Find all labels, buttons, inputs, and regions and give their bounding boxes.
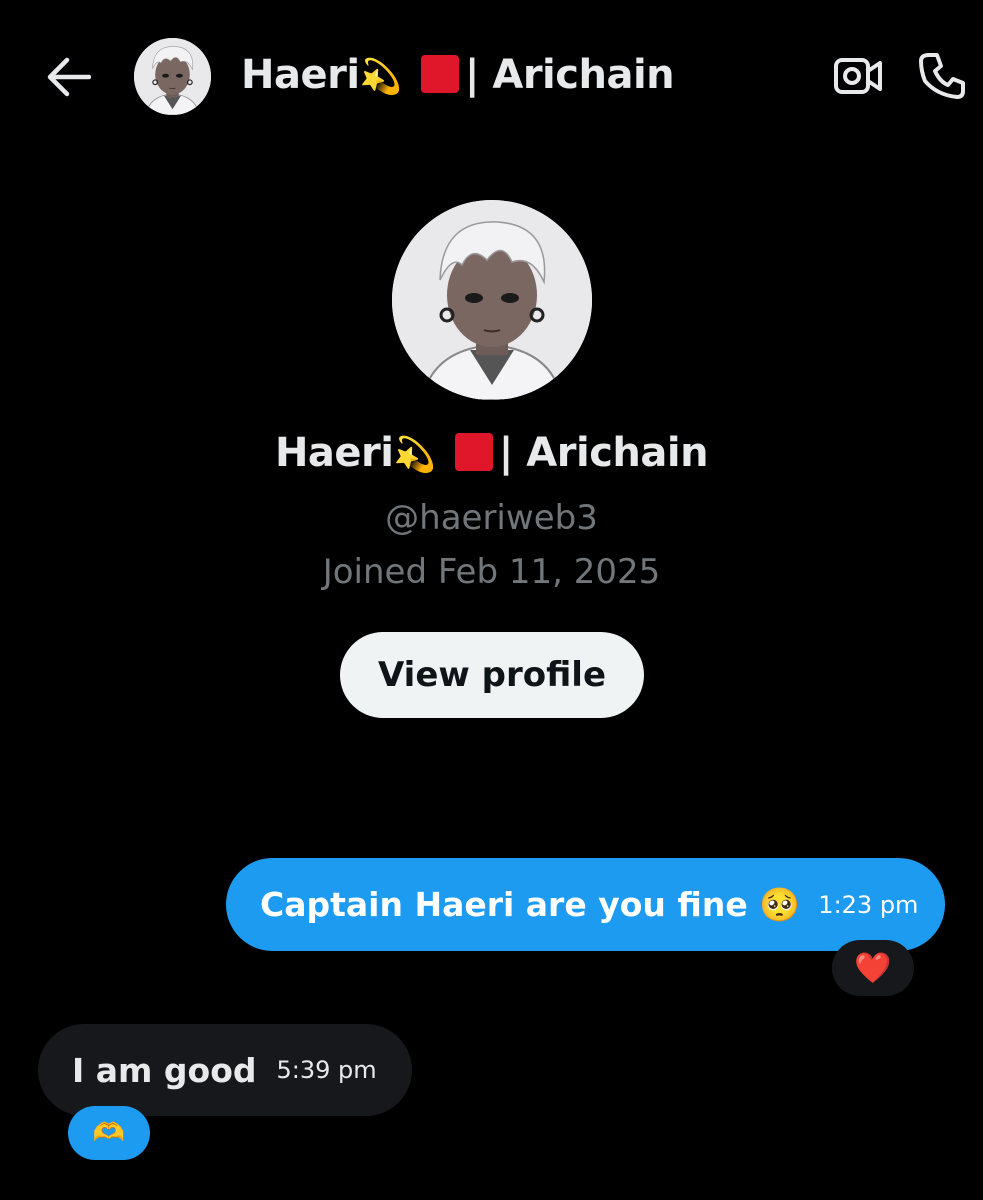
message-bubble-outgoing[interactable]: Captain Haeri are you fine 🥺 1:23 pm: [226, 858, 945, 951]
arrow-left-icon: [47, 57, 91, 97]
red-square-emoji: [454, 433, 493, 471]
video-call-button[interactable]: [828, 50, 888, 102]
header-title[interactable]: Haeri💫 | Arichain: [241, 52, 675, 98]
message-text: I am good: [72, 1050, 257, 1090]
message-reaction[interactable]: 🫶: [68, 1106, 150, 1160]
pleading-face-emoji: 🥺: [759, 884, 801, 924]
back-button[interactable]: [40, 52, 96, 102]
message-text-content: Captain Haeri are you fine: [260, 884, 748, 924]
profile-joined-date: Joined Feb 11, 2025: [322, 552, 661, 592]
heart-hands-emoji: 🫶: [92, 1118, 126, 1148]
red-square-emoji: [420, 55, 459, 93]
star-emoji: 💫: [359, 57, 402, 97]
header-avatar[interactable]: [134, 38, 211, 115]
avatar-image: [392, 200, 592, 400]
message-timestamp: 5:39 pm: [276, 1056, 377, 1084]
profile-display-name: Haeri: [274, 430, 394, 476]
voice-call-button[interactable]: [912, 48, 972, 104]
view-profile-button[interactable]: View profile: [340, 632, 644, 718]
profile-avatar[interactable]: [392, 200, 592, 400]
header-name-suffix: | Arichain: [464, 52, 675, 98]
message-timestamp: 1:23 pm: [818, 890, 919, 919]
message-text: Captain Haeri are you fine 🥺: [260, 885, 800, 925]
profile-name-suffix: | Arichain: [498, 430, 709, 476]
star-emoji: 💫: [393, 435, 436, 475]
video-camera-icon: [834, 58, 882, 94]
phone-icon: [919, 53, 965, 99]
profile-handle: @haeriweb3: [385, 498, 598, 538]
dm-conversation-screen: Haeri💫 | Arichain Haeri💫 | Arichain @hae…: [0, 0, 983, 1200]
avatar-image: [134, 38, 211, 115]
heart-emoji: ❤️: [854, 950, 892, 986]
conversation-header: Haeri💫 | Arichain: [0, 0, 983, 160]
message-bubble-incoming[interactable]: I am good 5:39 pm: [38, 1024, 412, 1116]
message-reaction[interactable]: ❤️: [832, 940, 914, 996]
profile-name: Haeri💫 | Arichain: [0, 430, 983, 476]
header-name: Haeri: [241, 52, 360, 98]
